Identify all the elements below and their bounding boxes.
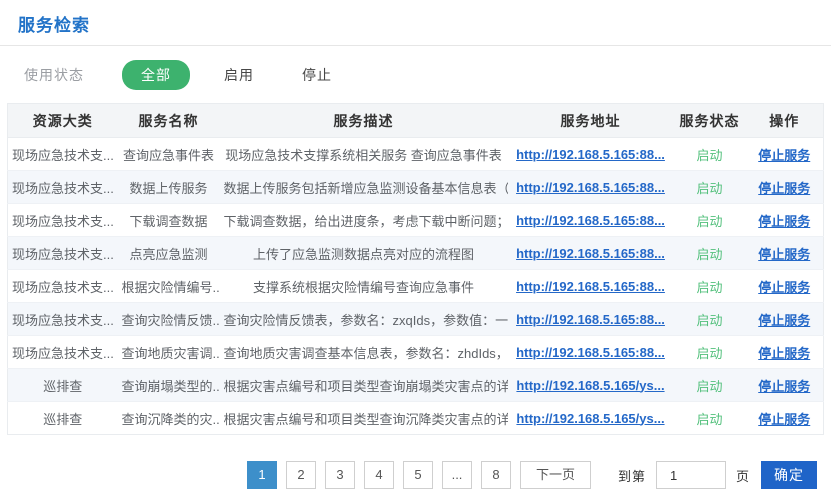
table-row: 现场应急技术支... 根据灾险情编号... 支撑系统根据灾险情编号查询应急事件 … xyxy=(8,270,824,303)
cell-name: 查询地质灾害调... xyxy=(118,336,220,369)
service-url-link[interactable]: http://192.168.5.165:88... xyxy=(516,279,665,294)
status-filter-label: 使用状态 xyxy=(24,65,84,85)
service-search-page: 服务检索 使用状态 全部 启用 停止 资源大类 服务名称 服务描述 服务地址 服… xyxy=(0,0,831,486)
cell-category: 现场应急技术支... xyxy=(8,336,118,369)
column-header-name: 服务名称 xyxy=(118,104,220,138)
table-row: 现场应急技术支... 查询地质灾害调... 查询地质灾害调查基本信息表，参数名：… xyxy=(8,336,824,369)
status-badge: 启动 xyxy=(696,346,722,361)
goto-page-input[interactable] xyxy=(656,461,726,489)
cell-description: 数据上传服务包括新增应急监测设备基本信息表（YJB... xyxy=(220,171,508,204)
page-number-button[interactable]: 4 xyxy=(364,461,394,489)
cell-name: 查询灾险情反馈... xyxy=(118,303,220,336)
page-buttons-container: 12345... 8 xyxy=(247,461,520,489)
goto-page-prefix-label: 到第 xyxy=(618,466,646,485)
page-title: 服务检索 xyxy=(18,16,90,35)
status-badge: 启动 xyxy=(696,412,722,427)
stop-service-link[interactable]: 停止服务 xyxy=(758,346,810,361)
page-number-button[interactable]: 8 xyxy=(481,461,511,489)
cell-category: 现场应急技术支... xyxy=(8,204,118,237)
cell-category: 现场应急技术支... xyxy=(8,171,118,204)
cell-name: 下载调查数据 xyxy=(118,204,220,237)
table-row: 现场应急技术支... 下载调查数据 下载调查数据，给出进度条，考虑下载中断问题；… xyxy=(8,204,824,237)
service-url-link[interactable]: http://192.168.5.165/ys... xyxy=(516,378,664,393)
cell-category: 巡排查 xyxy=(8,402,118,435)
table-row: 现场应急技术支... 查询灾险情反馈... 查询灾险情反馈表，参数名：zxqId… xyxy=(8,303,824,336)
status-badge: 启动 xyxy=(696,247,722,262)
service-url-link[interactable]: http://192.168.5.165:88... xyxy=(516,246,665,261)
table-row: 现场应急技术支... 查询应急事件表 现场应急技术支撑系统相关服务 查询应急事件… xyxy=(8,138,824,171)
cell-name: 查询沉降类的灾... xyxy=(118,402,220,435)
cell-name: 查询崩塌类型的... xyxy=(118,369,220,402)
cell-category: 现场应急技术支... xyxy=(8,138,118,171)
filter-option-stopped[interactable]: 停止 xyxy=(302,65,332,85)
cell-description: 支撑系统根据灾险情编号查询应急事件 xyxy=(220,270,508,303)
column-header-operation: 操作 xyxy=(746,104,824,138)
cell-description: 下载调查数据，给出进度条，考虑下载中断问题；删... xyxy=(220,204,508,237)
column-header-url: 服务地址 xyxy=(508,104,674,138)
stop-service-link[interactable]: 停止服务 xyxy=(758,214,810,229)
table-row: 现场应急技术支... 点亮应急监测 上传了应急监测数据点亮对应的流程图 http… xyxy=(8,237,824,270)
column-header-description: 服务描述 xyxy=(220,104,508,138)
service-table: 资源大类 服务名称 服务描述 服务地址 服务状态 操作 现场应急技术支... 查… xyxy=(7,103,824,435)
page-number-button[interactable]: 2 xyxy=(286,461,316,489)
cell-category: 巡排查 xyxy=(8,369,118,402)
table-header-row: 资源大类 服务名称 服务描述 服务地址 服务状态 操作 xyxy=(8,104,824,138)
page-number-button[interactable]: 5 xyxy=(403,461,433,489)
stop-service-link[interactable]: 停止服务 xyxy=(758,280,810,295)
cell-description: 根据灾害点编号和项目类型查询崩塌类灾害点的详细... xyxy=(220,369,508,402)
status-filter-row: 使用状态 全部 启用 停止 xyxy=(0,46,831,103)
status-badge: 启动 xyxy=(696,214,722,229)
cell-description: 查询灾险情反馈表，参数名：zxqIds，参数值：一连... xyxy=(220,303,508,336)
confirm-button[interactable]: 确定 xyxy=(761,461,817,489)
stop-service-link[interactable]: 停止服务 xyxy=(758,148,810,163)
next-page-button[interactable]: 下一页 xyxy=(520,461,591,489)
status-badge: 启动 xyxy=(696,313,722,328)
status-badge: 启动 xyxy=(696,148,722,163)
cell-description: 根据灾害点编号和项目类型查询沉降类灾害点的详细... xyxy=(220,402,508,435)
cell-name: 点亮应急监测 xyxy=(118,237,220,270)
status-badge: 启动 xyxy=(696,280,722,295)
table-row: 现场应急技术支... 数据上传服务 数据上传服务包括新增应急监测设备基本信息表（… xyxy=(8,171,824,204)
filter-option-enabled[interactable]: 启用 xyxy=(224,65,254,85)
goto-page-suffix-label: 页 xyxy=(736,466,749,485)
cell-category: 现场应急技术支... xyxy=(8,303,118,336)
service-url-link[interactable]: http://192.168.5.165:88... xyxy=(516,312,665,327)
page-ellipsis-button[interactable]: ... xyxy=(442,461,472,489)
service-url-link[interactable]: http://192.168.5.165/ys... xyxy=(516,411,664,426)
service-url-link[interactable]: http://192.168.5.165:88... xyxy=(516,213,665,228)
status-badge: 启动 xyxy=(696,181,722,196)
pagination: 12345... 8 下一页 到第 页 确定 xyxy=(247,461,831,489)
page-number-button[interactable]: 3 xyxy=(325,461,355,489)
stop-service-link[interactable]: 停止服务 xyxy=(758,247,810,262)
cell-description: 上传了应急监测数据点亮对应的流程图 xyxy=(220,237,508,270)
stop-service-link[interactable]: 停止服务 xyxy=(758,181,810,196)
table-row: 巡排查 查询沉降类的灾... 根据灾害点编号和项目类型查询沉降类灾害点的详细..… xyxy=(8,402,824,435)
cell-description: 现场应急技术支撑系统相关服务 查询应急事件表 xyxy=(220,138,508,171)
column-header-category: 资源大类 xyxy=(8,104,118,138)
table-row: 巡排查 查询崩塌类型的... 根据灾害点编号和项目类型查询崩塌类灾害点的详细..… xyxy=(8,369,824,402)
filter-option-all[interactable]: 全部 xyxy=(122,60,190,90)
stop-service-link[interactable]: 停止服务 xyxy=(758,313,810,328)
stop-service-link[interactable]: 停止服务 xyxy=(758,379,810,394)
service-url-link[interactable]: http://192.168.5.165:88... xyxy=(516,147,665,162)
status-badge: 启动 xyxy=(696,379,722,394)
title-bar: 服务检索 xyxy=(0,0,831,46)
cell-category: 现场应急技术支... xyxy=(8,237,118,270)
stop-service-link[interactable]: 停止服务 xyxy=(758,412,810,427)
cell-name: 查询应急事件表 xyxy=(118,138,220,171)
service-url-link[interactable]: http://192.168.5.165:88... xyxy=(516,180,665,195)
column-header-status: 服务状态 xyxy=(674,104,746,138)
cell-name: 根据灾险情编号... xyxy=(118,270,220,303)
page-number-button[interactable]: 1 xyxy=(247,461,277,489)
cell-category: 现场应急技术支... xyxy=(8,270,118,303)
cell-name: 数据上传服务 xyxy=(118,171,220,204)
cell-description: 查询地质灾害调查基本信息表，参数名：zhdIds，参... xyxy=(220,336,508,369)
service-url-link[interactable]: http://192.168.5.165:88... xyxy=(516,345,665,360)
service-table-body: 现场应急技术支... 查询应急事件表 现场应急技术支撑系统相关服务 查询应急事件… xyxy=(8,138,824,435)
